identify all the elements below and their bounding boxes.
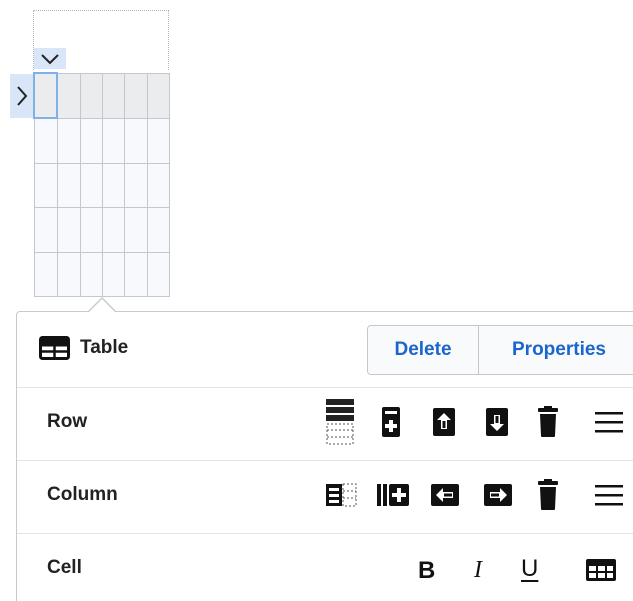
delete-button[interactable]: Delete xyxy=(368,326,479,374)
table-cell[interactable] xyxy=(124,117,148,164)
table-cell[interactable] xyxy=(33,162,58,209)
select-column-icon[interactable] xyxy=(324,480,358,510)
table-popover: Table Delete Properties Row Column Cell … xyxy=(16,311,633,601)
delete-column-icon[interactable] xyxy=(535,478,561,512)
table-cell[interactable] xyxy=(101,117,126,164)
row-section: Row xyxy=(17,387,633,461)
popover-header: Table Delete Properties xyxy=(17,312,633,388)
popover-title-label: Table xyxy=(80,337,129,358)
insert-column-after-icon[interactable] xyxy=(481,480,515,510)
properties-button[interactable]: Properties xyxy=(479,326,633,374)
row-label: Row xyxy=(47,411,88,432)
table-row xyxy=(33,207,171,253)
table-cell[interactable] xyxy=(56,251,81,298)
table-cell[interactable] xyxy=(146,207,171,253)
table-cell[interactable] xyxy=(146,162,171,209)
table-cell[interactable] xyxy=(56,162,81,209)
table-cell[interactable] xyxy=(124,72,148,119)
table-cell[interactable] xyxy=(56,72,81,119)
table-cell[interactable] xyxy=(79,72,103,119)
table-cell[interactable] xyxy=(146,117,171,164)
table-cell[interactable] xyxy=(124,207,148,253)
table-cell[interactable] xyxy=(56,117,81,164)
bold-icon[interactable]: B xyxy=(418,557,435,585)
table-cell[interactable] xyxy=(124,251,148,298)
row-handle[interactable] xyxy=(10,74,33,118)
table-cell[interactable] xyxy=(101,72,126,119)
table-cell[interactable] xyxy=(124,162,148,209)
cell-section: Cell B I U xyxy=(17,533,633,601)
insert-row-icon[interactable] xyxy=(378,405,404,439)
table-cell[interactable] xyxy=(33,207,58,253)
table-cell[interactable] xyxy=(101,251,126,298)
chevron-right-icon xyxy=(16,86,27,106)
insert-row-above-icon[interactable] xyxy=(431,405,457,439)
column-label: Column xyxy=(47,484,118,505)
table-grid xyxy=(32,71,171,298)
table-cell[interactable] xyxy=(79,117,103,164)
table-row xyxy=(33,162,171,209)
cell-properties-icon[interactable] xyxy=(583,555,619,585)
table-cell[interactable] xyxy=(79,207,103,253)
popover-arrow-inner xyxy=(89,299,115,312)
table-cell[interactable] xyxy=(33,117,58,164)
table-cell[interactable] xyxy=(79,251,103,298)
table-cell[interactable] xyxy=(101,207,126,253)
chevron-down-icon xyxy=(41,53,59,64)
italic-icon[interactable]: I xyxy=(474,557,482,584)
select-row-icon[interactable] xyxy=(324,397,356,447)
popover-title: Table xyxy=(39,336,128,360)
table-row xyxy=(33,117,171,164)
table-row xyxy=(33,251,171,298)
header-button-group: Delete Properties xyxy=(367,325,633,375)
underline-icon[interactable]: U xyxy=(521,555,538,583)
insert-row-below-icon[interactable] xyxy=(484,405,510,439)
table-cell[interactable] xyxy=(101,162,126,209)
delete-row-icon[interactable] xyxy=(535,405,561,439)
table-cell-selected[interactable] xyxy=(32,71,59,120)
table-cell[interactable] xyxy=(146,251,171,298)
cell-label: Cell xyxy=(47,557,82,578)
table-cell[interactable] xyxy=(79,162,103,209)
table-icon xyxy=(39,336,70,360)
table-cell[interactable] xyxy=(56,207,81,253)
insert-column-icon[interactable] xyxy=(375,480,411,510)
table-row xyxy=(32,71,171,120)
table-editor: Table Delete Properties Row Column Cell … xyxy=(0,0,633,601)
table-cell[interactable] xyxy=(146,72,171,119)
column-handle[interactable] xyxy=(34,48,66,69)
row-menu-icon[interactable] xyxy=(592,407,626,437)
column-section: Column xyxy=(17,460,633,534)
insert-column-before-icon[interactable] xyxy=(428,480,462,510)
column-menu-icon[interactable] xyxy=(592,480,626,510)
table-cell[interactable] xyxy=(33,251,58,298)
